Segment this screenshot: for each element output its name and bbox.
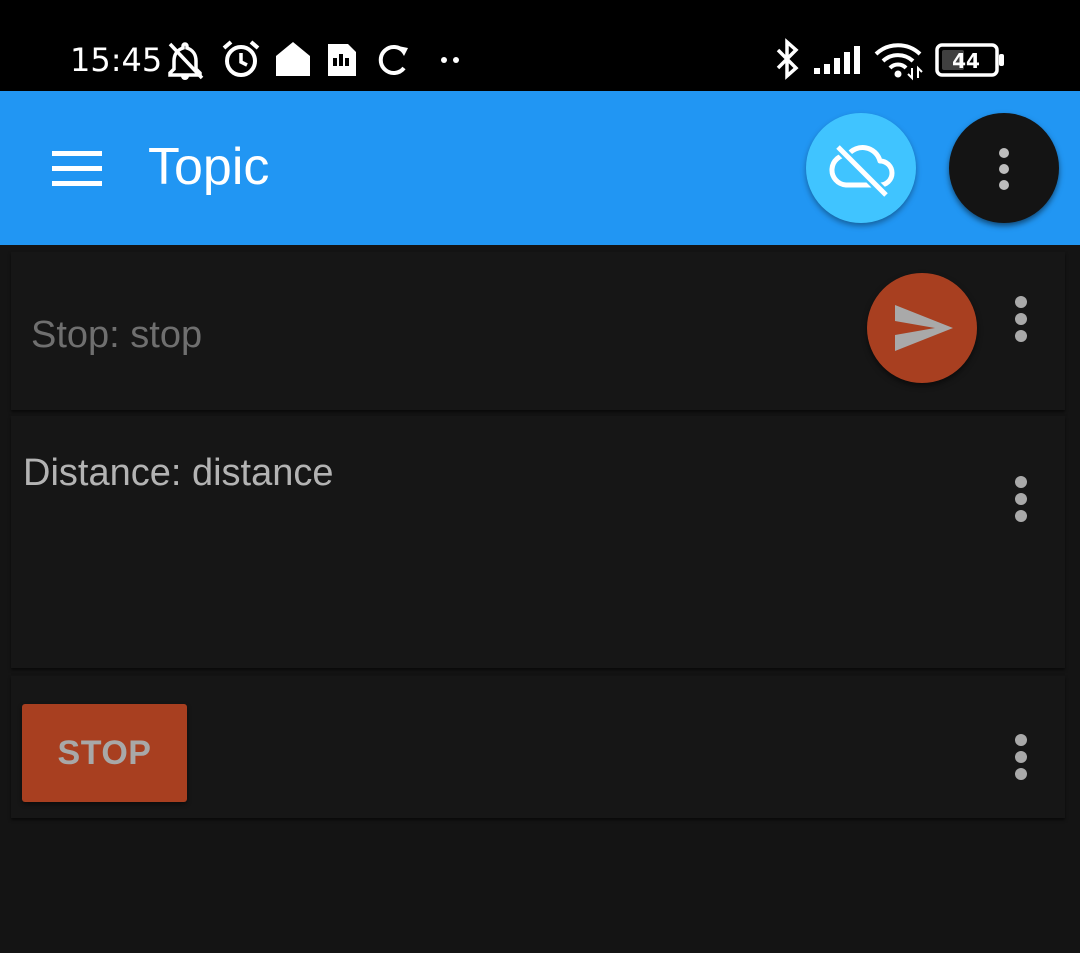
stop-card: Stop: stop [11, 252, 1065, 410]
wifi-icon [872, 38, 924, 82]
sd-card-icon [326, 38, 358, 82]
status-time: 15:45 [70, 41, 163, 79]
overflow-menu-button[interactable] [949, 113, 1059, 223]
card-menu-button[interactable] [1009, 472, 1033, 532]
signal-icon [812, 38, 862, 82]
home-icon [274, 38, 312, 82]
battery-level: 44 [952, 49, 980, 73]
page-title: Topic [148, 138, 270, 196]
distance-card: Distance: distance [11, 416, 1065, 668]
cloud-off-icon [829, 143, 895, 199]
mute-icon [162, 38, 208, 82]
hamburger-menu-icon [52, 151, 102, 186]
app-screen: 15:45 44 Topic Stop: stop Distance: dist… [0, 0, 1080, 953]
alarm-icon [220, 38, 262, 82]
battery-icon: 44 [934, 38, 1006, 82]
card-menu-button[interactable] [1009, 292, 1033, 352]
card-menu-button[interactable] [1009, 730, 1033, 790]
stop-button[interactable]: STOP [22, 704, 187, 802]
stop-button-card: STOP [11, 676, 1065, 818]
status-bar: 15:45 44 [0, 0, 1080, 91]
app-bar: Topic [0, 91, 1080, 245]
stop-label: Stop: stop [31, 314, 203, 356]
menu-button[interactable] [40, 139, 114, 197]
sync-icon [374, 38, 410, 82]
cloud-sync-button[interactable] [806, 113, 916, 223]
distance-label: Distance: distance [23, 452, 334, 494]
send-button[interactable] [867, 273, 977, 383]
bluetooth-icon [772, 38, 802, 82]
more-dots-icon [438, 38, 464, 82]
send-icon [895, 305, 953, 351]
